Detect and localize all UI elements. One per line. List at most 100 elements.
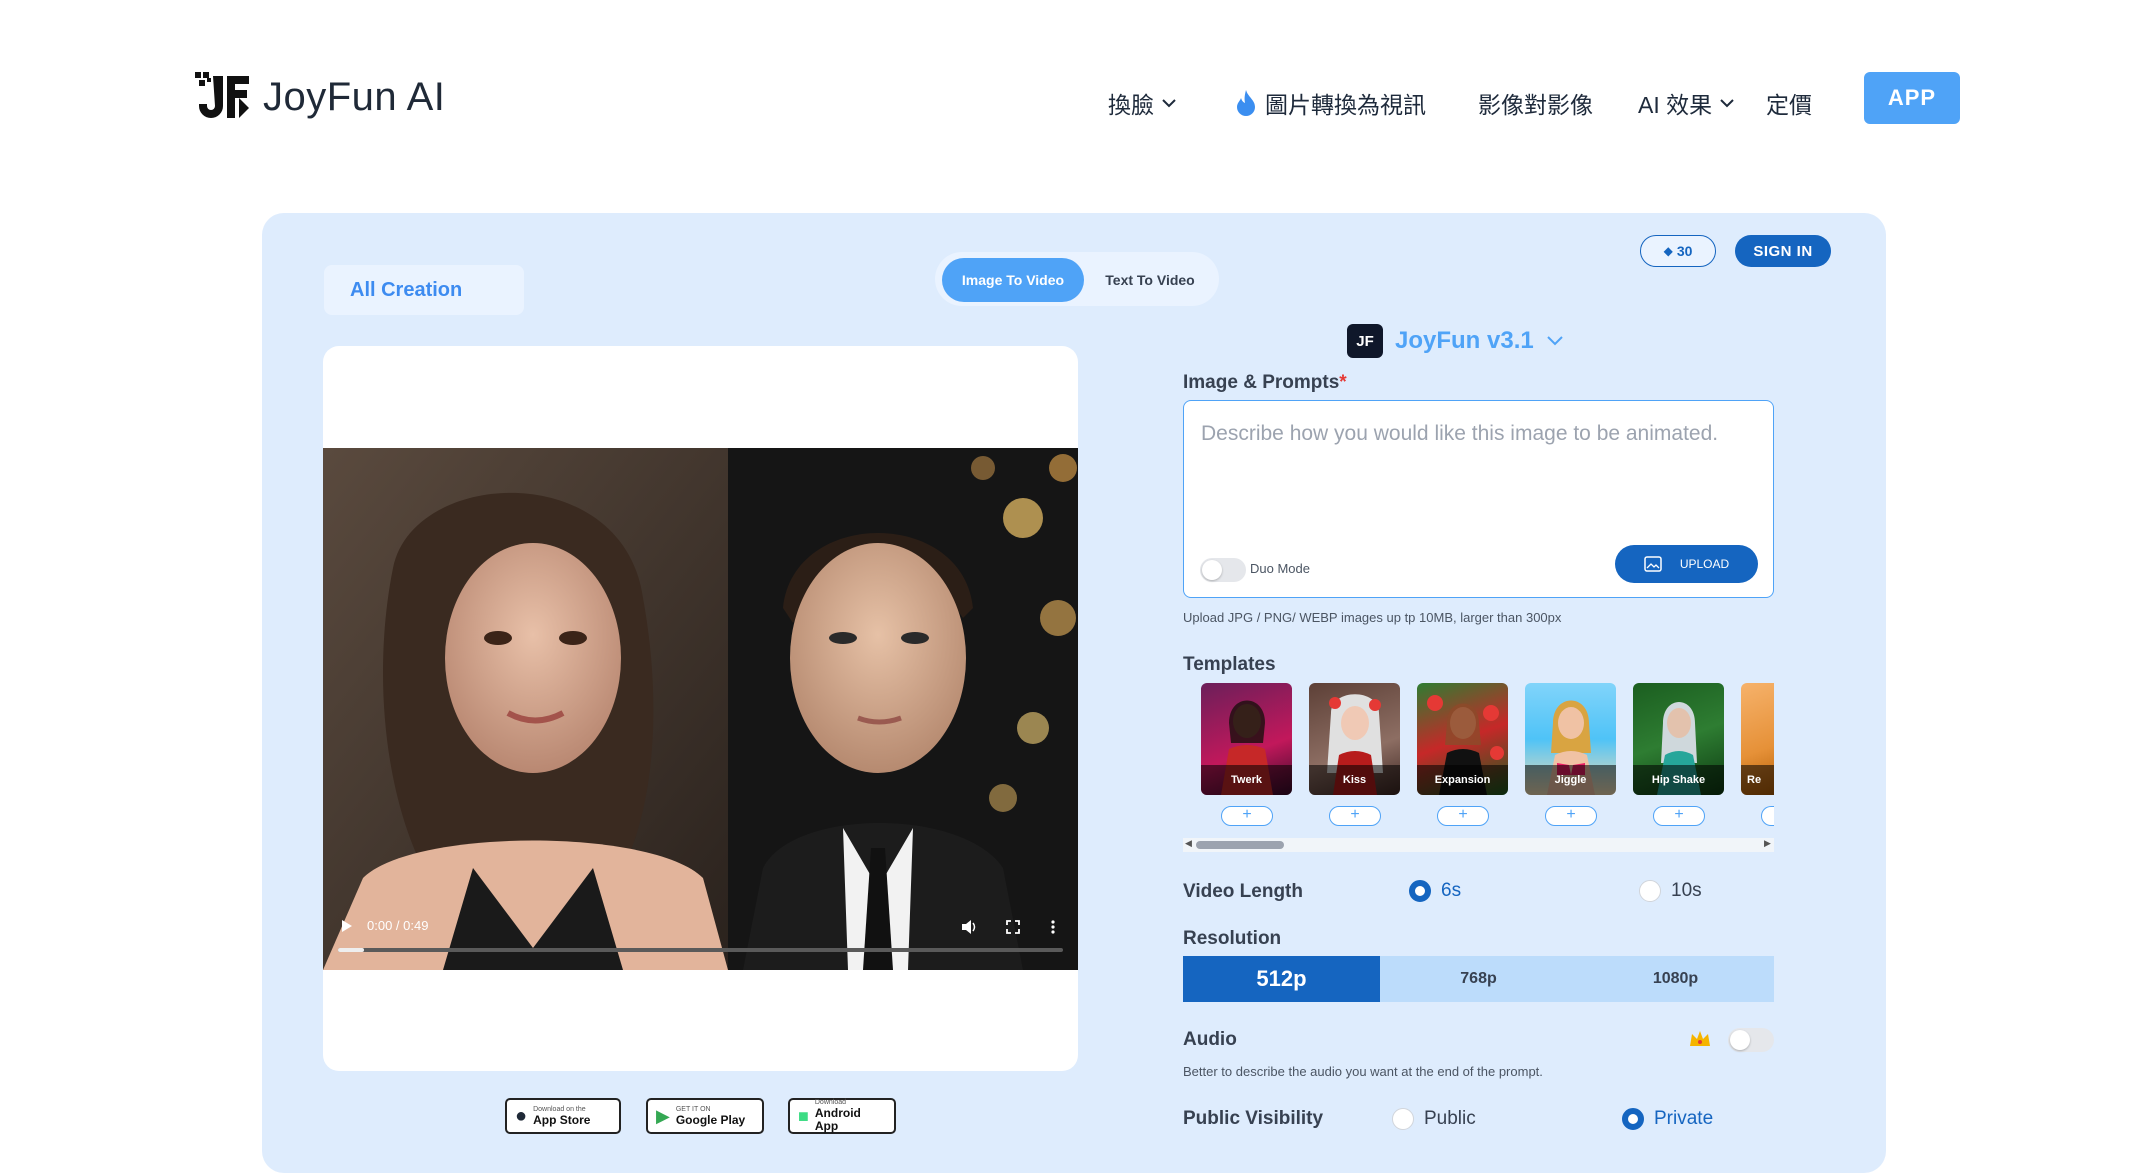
visibility-private[interactable]: Private <box>1622 1108 1713 1130</box>
add-template-button[interactable]: + <box>1437 806 1489 826</box>
upload-button[interactable]: UPLOAD <box>1615 545 1758 583</box>
chevron-down-icon <box>1547 336 1563 346</box>
crown-icon <box>1690 1031 1710 1046</box>
template-card-kiss[interactable]: Kiss <box>1309 683 1400 795</box>
tab-text-to-video[interactable]: Text To Video <box>1090 258 1210 302</box>
nav-pricing[interactable]: 定價 <box>1766 86 1812 120</box>
nav-image-to-image[interactable]: 影像對影像 <box>1478 86 1593 120</box>
template-card-expansion[interactable]: Expansion <box>1417 683 1508 795</box>
scrollbar-thumb[interactable] <box>1196 841 1284 849</box>
upload-label: UPLOAD <box>1679 557 1730 571</box>
template-card-twerk[interactable]: Twerk <box>1201 683 1292 795</box>
video-frame-image <box>323 448 1078 970</box>
credits-badge[interactable]: ◆ 30 <box>1640 235 1716 267</box>
add-template-button[interactable]: + <box>1221 806 1273 826</box>
video-length-label: Video Length <box>1183 881 1303 902</box>
required-mark: * <box>1339 372 1347 393</box>
store-big-text: Google Play <box>675 1112 746 1127</box>
template-label: Hip Shake <box>1633 765 1724 795</box>
nav-ai-effects[interactable]: AI 效果 <box>1638 86 1734 120</box>
store-big-text: App Store <box>533 1112 591 1127</box>
option-label: Public <box>1424 1108 1476 1129</box>
template-label: Kiss <box>1309 765 1400 795</box>
template-card-jiggle[interactable]: Jiggle <box>1525 683 1616 795</box>
scroll-right-icon[interactable]: ▶ <box>1764 838 1771 849</box>
nav-label: 定價 <box>1766 92 1812 118</box>
app-button[interactable]: APP <box>1864 72 1960 124</box>
diamond-icon: ◆ <box>1663 244 1673 258</box>
image-prompts-label: Image & Prompts* <box>1183 372 1347 394</box>
resolution-512p[interactable]: 512p <box>1183 956 1380 1002</box>
visibility-public[interactable]: Public <box>1392 1108 1476 1130</box>
app-store-badge[interactable]: ● Download on the App Store <box>505 1098 621 1134</box>
toggle-knob <box>1202 560 1222 580</box>
credits-count: 30 <box>1676 243 1693 259</box>
chevron-down-icon <box>1720 99 1734 108</box>
length-option-6s[interactable]: 6s <box>1409 880 1461 902</box>
volume-icon[interactable] <box>961 919 979 935</box>
add-template-button[interactable]: + <box>1545 806 1597 826</box>
google-play-icon: ▶ <box>656 1105 670 1126</box>
model-name: JoyFun v3.1 <box>1395 327 1534 354</box>
option-label: 6s <box>1441 880 1462 901</box>
play-icon[interactable] <box>340 918 354 934</box>
android-app-badge[interactable]: ■ Download Android App <box>788 1098 896 1134</box>
scroll-left-icon[interactable]: ◀ <box>1185 838 1192 849</box>
more-options-icon[interactable] <box>1050 919 1056 935</box>
resolution-label: Resolution <box>1183 928 1282 949</box>
image-upload-icon <box>1644 556 1662 572</box>
logo[interactable]: JoyFun AI <box>195 72 445 122</box>
nav-label: 換臉 <box>1108 92 1154 118</box>
audio-label: Audio <box>1183 1029 1237 1050</box>
length-option-10s[interactable]: 10s <box>1639 880 1702 902</box>
nav-face-swap[interactable]: 換臉 <box>1108 86 1176 120</box>
templates-label: Templates <box>1183 654 1276 675</box>
add-template-button[interactable]: + <box>1653 806 1705 826</box>
flame-icon <box>1237 90 1255 116</box>
chevron-down-icon <box>1162 99 1176 108</box>
add-template-button[interactable]: + <box>1329 806 1381 826</box>
google-play-badge[interactable]: ▶ GET IT ON Google Play <box>646 1098 764 1134</box>
apple-icon: ● <box>515 1104 528 1127</box>
toggle-knob <box>1730 1030 1750 1050</box>
template-card-partial[interactable]: Re <box>1741 683 1774 795</box>
store-big-text: Android App <box>814 1106 861 1133</box>
android-icon: ■ <box>798 1105 809 1126</box>
template-label: Twerk <box>1201 765 1292 795</box>
model-logo-icon: JF <box>1347 324 1383 358</box>
resolution-1080p[interactable]: 1080p <box>1577 956 1774 1002</box>
nav-label: AI 效果 <box>1638 92 1713 118</box>
upload-hint: Upload JPG / PNG/ WEBP images up tp 10MB… <box>1183 610 1562 625</box>
radio-unselected <box>1392 1108 1414 1130</box>
video-progress-track[interactable] <box>338 948 1063 952</box>
radio-selected <box>1409 880 1431 902</box>
radio-selected <box>1622 1108 1644 1130</box>
model-selector[interactable]: JF JoyFun v3.1 <box>1347 324 1564 358</box>
audio-hint: Better to describe the audio you want at… <box>1183 1064 1543 1079</box>
nav-label: 影像對影像 <box>1478 92 1593 118</box>
nav-label: 圖片轉換為視訊 <box>1265 92 1426 118</box>
template-label: Jiggle <box>1525 765 1616 795</box>
template-label: Expansion <box>1417 765 1508 795</box>
sign-in-button[interactable]: SIGN IN <box>1735 235 1831 267</box>
joyfun-logo-icon <box>195 72 249 118</box>
video-time: 0:00 / 0:49 <box>367 918 429 933</box>
add-template-button[interactable] <box>1761 806 1774 826</box>
radio-unselected <box>1639 880 1661 902</box>
prompt-placeholder: Describe how you would like this image t… <box>1201 422 1719 445</box>
fullscreen-icon[interactable] <box>1005 919 1021 935</box>
duo-mode-label: Duo Mode <box>1250 561 1310 576</box>
nav-image-to-video[interactable]: 圖片轉換為視訊 <box>1235 86 1426 120</box>
option-label: 10s <box>1671 880 1702 901</box>
template-label: Re <box>1741 765 1774 795</box>
option-label: Private <box>1654 1108 1714 1129</box>
video-player[interactable] <box>323 448 1078 970</box>
tab-image-to-video[interactable]: Image To Video <box>942 258 1084 302</box>
all-creation-button[interactable]: All Creation <box>324 265 524 315</box>
video-progress-fill <box>338 948 364 952</box>
logo-text: JoyFun AI <box>263 74 446 119</box>
template-card-hip-shake[interactable]: Hip Shake <box>1633 683 1724 795</box>
visibility-label: Public Visibility <box>1183 1108 1324 1129</box>
resolution-768p[interactable]: 768p <box>1380 956 1577 1002</box>
label-text: Image & Prompts <box>1183 372 1340 393</box>
